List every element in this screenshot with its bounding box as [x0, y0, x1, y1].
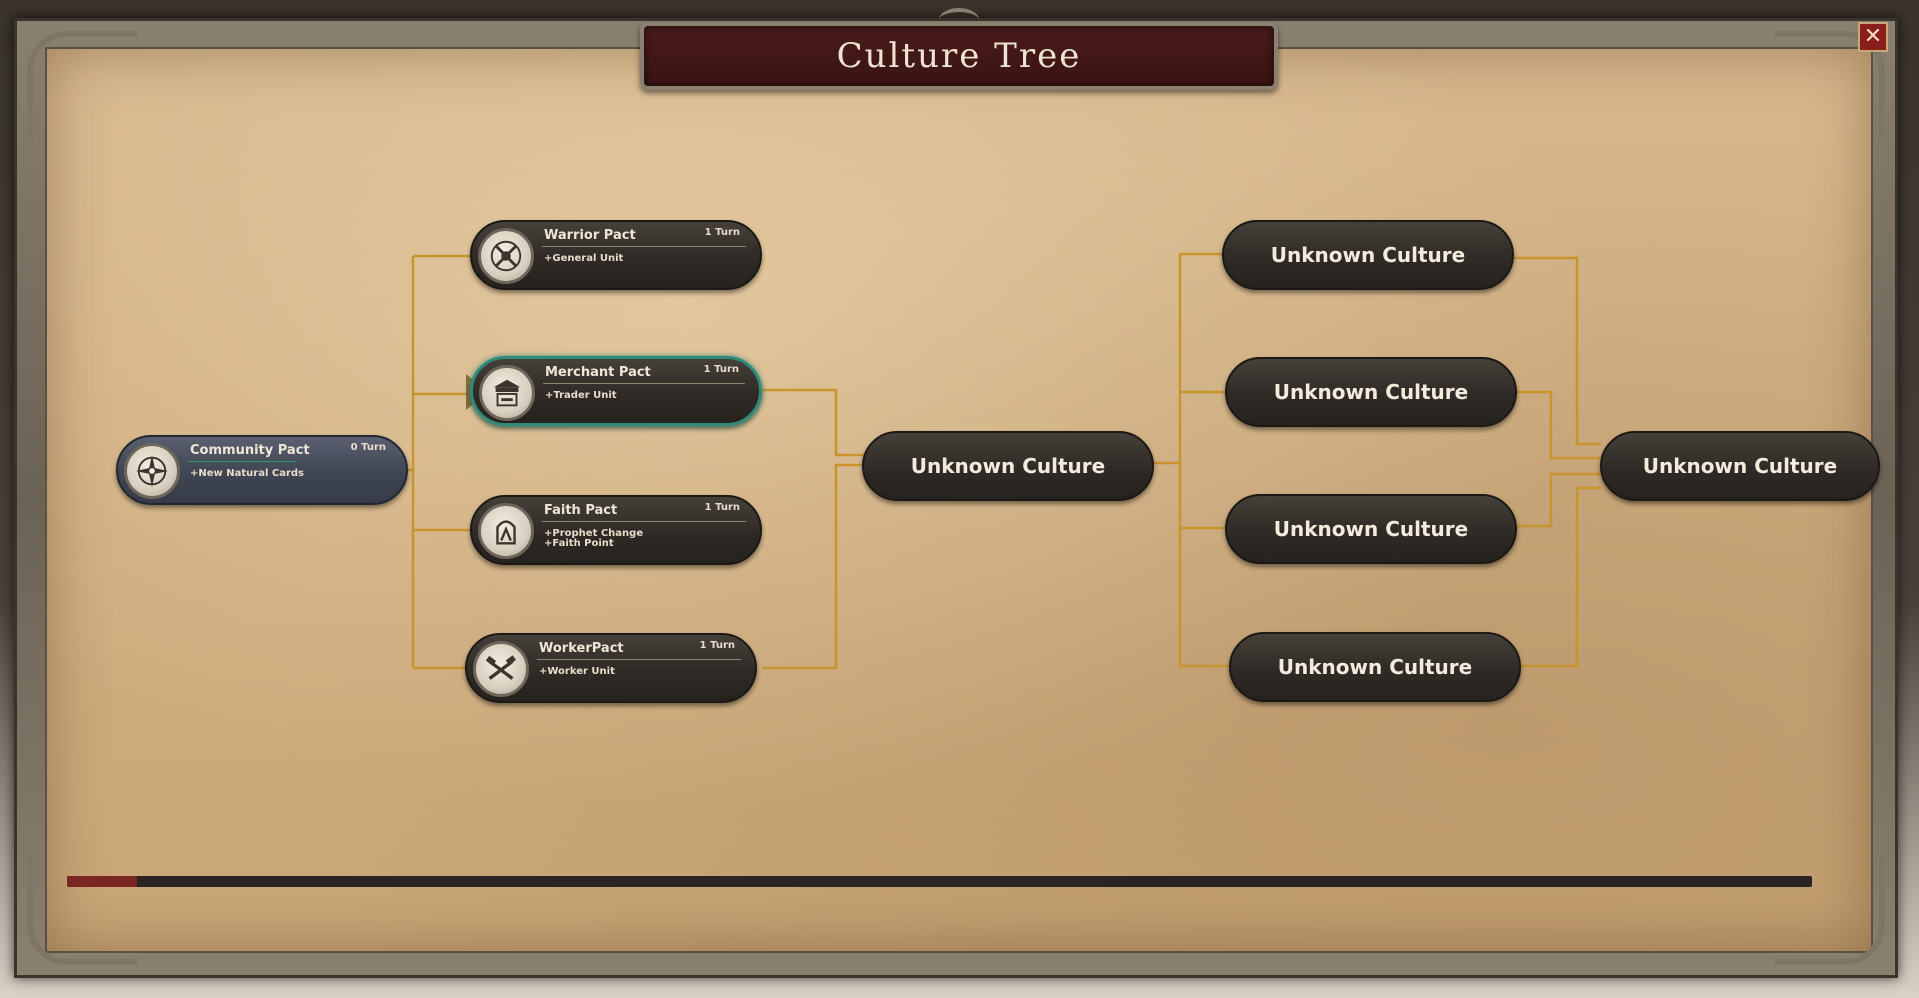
node-effects: +Worker Unit	[539, 667, 615, 677]
culture-node-unknown-4[interactable]: Unknown Culture	[1229, 632, 1521, 702]
node-divider	[188, 461, 296, 462]
node-divider	[537, 659, 741, 660]
node-effect: +Trader Unit	[545, 390, 617, 401]
node-divider	[542, 521, 746, 522]
scrollbar-thumb[interactable]	[67, 876, 137, 887]
culture-node-unknown-middle[interactable]: Unknown Culture	[862, 431, 1154, 501]
node-turns: 1 Turn	[703, 364, 739, 375]
node-name: WorkerPact	[539, 641, 624, 656]
node-effects: +General Unit	[544, 254, 623, 264]
connector-pacts-middle	[762, 388, 864, 670]
node-label: Unknown Culture	[1270, 243, 1466, 267]
node-effect: +Worker Unit	[539, 666, 615, 677]
crossed-swords-icon	[478, 228, 534, 284]
node-turns: 1 Turn	[704, 502, 740, 513]
node-effect: +Faith Point	[544, 538, 614, 549]
node-label: Unknown Culture	[1273, 380, 1469, 404]
node-turns: 1 Turn	[704, 227, 740, 238]
connector-column-final	[1514, 256, 1601, 668]
praying-hands-icon	[478, 503, 534, 559]
node-effects: +Trader Unit	[545, 391, 617, 401]
node-effects: +New Natural Cards	[190, 469, 304, 479]
node-turns: 1 Turn	[699, 640, 735, 651]
culture-node-unknown-2[interactable]: Unknown Culture	[1225, 357, 1517, 427]
node-effect: +General Unit	[544, 253, 624, 264]
node-turns: 0 Turn	[350, 442, 386, 453]
hammers-icon	[473, 641, 529, 697]
node-label: Unknown Culture	[1273, 517, 1469, 541]
culture-tree-screen: Culture Tree ✕ Community Pact 0 Turn +Ne…	[0, 0, 1919, 998]
market-stall-icon	[479, 365, 535, 421]
node-effects: +Prophet Change +Faith Point	[544, 529, 643, 549]
culture-node-warrior-pact[interactable]: Warrior Pact 1 Turn +General Unit	[470, 220, 762, 290]
culture-node-community-pact[interactable]: Community Pact 0 Turn +New Natural Cards	[116, 435, 408, 505]
compass-rose-icon	[124, 443, 180, 499]
culture-node-unknown-final[interactable]: Unknown Culture	[1600, 431, 1880, 501]
connector-root-pacts	[408, 254, 472, 670]
node-name: Merchant Pact	[545, 365, 651, 380]
culture-node-merchant-pact[interactable]: Merchant Pact 1 Turn +Trader Unit	[470, 356, 762, 426]
culture-node-worker-pact[interactable]: WorkerPact 1 Turn +Worker Unit	[465, 633, 757, 703]
node-effect: +New Natural Cards	[190, 468, 304, 479]
culture-node-unknown-3[interactable]: Unknown Culture	[1225, 494, 1517, 564]
node-label: Unknown Culture	[1642, 454, 1838, 478]
node-name: Community Pact	[190, 443, 310, 458]
node-divider	[543, 383, 745, 384]
node-label: Unknown Culture	[1277, 655, 1473, 679]
node-name: Faith Pact	[544, 503, 618, 518]
node-divider	[542, 246, 746, 247]
node-name: Warrior Pact	[544, 228, 636, 243]
culture-node-faith-pact[interactable]: Faith Pact 1 Turn +Prophet Change +Faith…	[470, 495, 762, 565]
connector-middle-column	[1152, 252, 1229, 668]
culture-node-unknown-1[interactable]: Unknown Culture	[1222, 220, 1514, 290]
node-label: Unknown Culture	[910, 454, 1106, 478]
horizontal-scrollbar[interactable]	[67, 876, 1812, 887]
